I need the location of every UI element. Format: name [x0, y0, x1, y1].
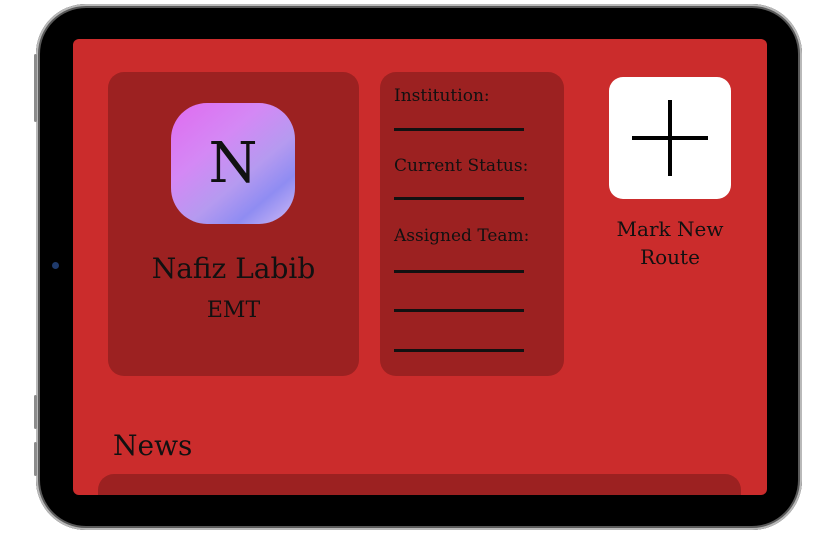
- side-button-upper: [34, 395, 37, 429]
- mark-new-route-label-line1: Mark New: [616, 217, 724, 241]
- mark-new-route-label-line2: Route: [640, 245, 700, 269]
- current-status-value-line: [394, 197, 524, 200]
- assigned-team-line-3: [394, 349, 524, 352]
- front-camera: [52, 262, 59, 269]
- mark-new-route-label[interactable]: Mark New Route: [593, 215, 747, 271]
- volume-button: [34, 54, 37, 122]
- user-role: EMT: [206, 298, 261, 323]
- user-name: Nafiz Labib: [151, 252, 316, 285]
- institution-value-line: [394, 128, 524, 131]
- institution-label: Institution:: [394, 86, 490, 106]
- assigned-team-line-2: [394, 309, 524, 312]
- assigned-team-label: Assigned Team:: [394, 226, 530, 246]
- app-screen: N Nafiz Labib EMT Institution: Current S…: [73, 39, 767, 495]
- news-heading: News: [113, 429, 193, 462]
- assigned-team-line-1: [394, 270, 524, 273]
- avatar-initial: N: [208, 130, 258, 196]
- avatar[interactable]: N: [171, 103, 295, 224]
- side-button-lower: [34, 442, 37, 476]
- mark-new-route-button[interactable]: [609, 77, 731, 199]
- news-feed-panel[interactable]: [98, 474, 741, 495]
- profile-card: N Nafiz Labib EMT: [108, 72, 359, 376]
- info-card: Institution: Current Status: Assigned Te…: [380, 72, 564, 376]
- current-status-label: Current Status:: [394, 156, 529, 176]
